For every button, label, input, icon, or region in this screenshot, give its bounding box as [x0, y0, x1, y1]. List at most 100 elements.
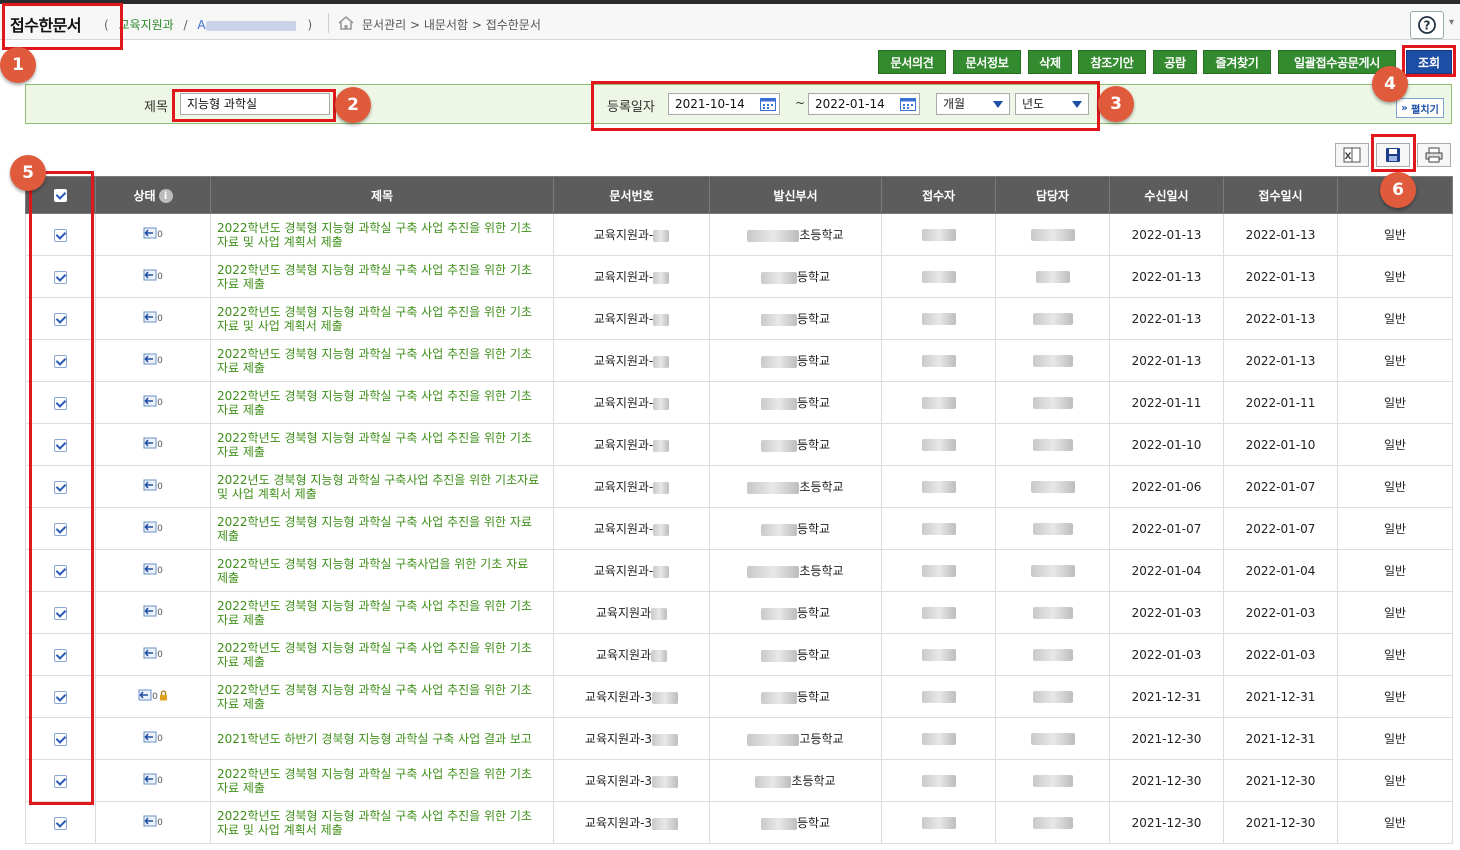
collapse-icon[interactable]: ▾ — [1449, 17, 1454, 28]
manager-cell — [995, 633, 1110, 676]
column-header-accepted[interactable]: 접수일시 — [1223, 176, 1338, 214]
doc-title-link[interactable]: 2022학년도 경북형 지능형 과학실 구축 사업 추진을 위한 기초자료 제출 — [210, 675, 554, 718]
column-header-manager[interactable]: 담당자 — [995, 176, 1110, 214]
doc-title-link[interactable]: 2022학년도 경북형 지능형 과학실 구축사업을 위한 기초 자료 제출 — [210, 549, 554, 592]
redacted-number — [653, 481, 670, 494]
favorites-button[interactable]: 즐겨찾기 — [1203, 50, 1271, 74]
info-icon[interactable]: i — [158, 189, 173, 203]
column-header-status: 상태 i — [95, 176, 211, 214]
receiver-cell — [881, 591, 996, 634]
redacted-school — [755, 775, 792, 788]
table-row[interactable]: 0 2022학년도 경북형 지능형 과학실 구축사업을 위한 기초 자료 제출 교육… — [25, 549, 1453, 592]
column-header-received[interactable]: 수신일시 — [1109, 176, 1224, 214]
doc-title-link[interactable]: 2022학년도 경북형 지능형 과학실 구축 사업 추진을 위한 기초자료 제출 — [210, 633, 554, 676]
doc-title-link[interactable]: 2022학년도 경북형 지능형 과학실 구축 사업 추진을 위한 기초자료 제출 — [210, 591, 554, 634]
received-date: 2022-01-04 — [1109, 549, 1224, 592]
redacted-school — [760, 355, 797, 368]
doc-title-link[interactable]: 2022학년도 경북형 지능형 과학실 구축 사업 추진을 위한 기초 자료 및… — [210, 213, 554, 256]
delete-button[interactable]: 삭제 — [1028, 50, 1072, 74]
received-doc-icon: 0 — [143, 353, 163, 365]
manager-cell — [995, 255, 1110, 298]
table-row[interactable]: 0 2022학년도 경북형 지능형 과학실 구축 사업 추진을 위한 기초자료 제… — [25, 675, 1453, 718]
received-date: 2022-01-10 — [1109, 423, 1224, 466]
doc-title-link[interactable]: 2022학년도 경북형 지능형 과학실 구축 사업 추진을 위한 기초 자료 및… — [210, 801, 554, 844]
table-row[interactable]: 0 2022학년도 경북형 지능형 과학실 구축 사업 추진을 위한 기초 자료 … — [25, 801, 1453, 844]
receiver-cell — [881, 465, 996, 508]
doc-title-link[interactable]: 2021학년도 하반기 경북형 지능형 과학실 구축 사업 결과 보고 — [210, 717, 554, 760]
doc-info-button[interactable]: 문서정보 — [953, 50, 1021, 74]
doc-title-link[interactable]: 2022학년도 경북형 지능형 과학실 구축 사업 추진을 위한 기초 자료 제… — [210, 381, 554, 424]
doc-number-cell: 교육지원과 — [553, 633, 710, 676]
column-header-receiver[interactable]: 접수자 — [881, 176, 996, 214]
table-row[interactable]: 0 2022학년도 경북형 지능형 과학실 구축 사업 추진을 위한 기초 자료 … — [25, 381, 1453, 424]
table-row[interactable]: 0 2022학년도 경북형 지능형 과학실 구축 사업 추진을 위한 기초 자료 … — [25, 339, 1453, 382]
table-row[interactable]: 0 2022학년도 경북형 지능형 과학실 구축 사업 추진을 위한 기초 자료 … — [25, 297, 1453, 340]
doc-title-link[interactable]: 2022학년도 경북형 지능형 과학실 구축 사업 추진을 위한 기초 자료 제… — [210, 759, 554, 802]
manager-cell — [995, 423, 1110, 466]
svg-text:0: 0 — [157, 272, 163, 281]
column-header-doc-no[interactable]: 문서번호 — [553, 176, 710, 214]
accepted-date: 2022-01-03 — [1223, 591, 1338, 634]
sender-cell: 초등학교 — [709, 549, 882, 592]
received-doc-icon: 0 — [143, 227, 163, 239]
doc-number-cell: 교육지원과- — [553, 255, 710, 298]
table-row[interactable]: 0 2022학년도 경북형 지능형 과학실 구축 사업 추진을 위한 기초 자료 … — [25, 759, 1453, 802]
sender-cell: 등학교 — [709, 801, 882, 844]
redacted-manager — [1032, 523, 1073, 535]
redacted-number — [653, 565, 670, 578]
redacted-receiver — [921, 649, 956, 661]
doc-type: 일반 — [1337, 297, 1453, 340]
doc-title-link[interactable]: 2022학년도 경북형 지능형 과학실 구축 사업 추진을 위한 기초 자료 제… — [210, 255, 554, 298]
column-header-title[interactable]: 제목 — [210, 176, 554, 214]
table-row[interactable]: 0 2022학년도 경북형 지능형 과학실 구축 사업 추진을 위한 자료 제출 교… — [25, 507, 1453, 550]
doc-title-link[interactable]: 2022학년도 경북형 지능형 과학실 구축 사업 추진을 위한 기초 자료 제… — [210, 423, 554, 466]
table-row[interactable]: 0 2022학년도 경북형 지능형 과학실 구축 사업 추진을 위한 기초 자료 … — [25, 423, 1453, 466]
circulate-button[interactable]: 공람 — [1153, 50, 1197, 74]
table-row[interactable]: 0 2022학년도 경북형 지능형 과학실 구축 사업 추진을 위한 기초자료 제… — [25, 591, 1453, 634]
receiver-cell — [881, 213, 996, 256]
org-info: ( 교육지원과 / A ) — [104, 16, 312, 33]
home-icon[interactable] — [337, 15, 355, 31]
title-label: 제목 — [144, 100, 168, 115]
sender-cell: 초등학교 — [709, 759, 882, 802]
redacted-user-name — [205, 20, 296, 31]
annotation-marker-6: 6 — [1380, 172, 1416, 208]
doc-title-link[interactable]: 2022학년도 경북형 지능형 과학실 구축 사업 추진을 위한 자료 제출 — [210, 507, 554, 550]
doc-title-link[interactable]: 2022년도 경북형 지능형 과학실 구축사업 추진을 위한 기초자료 및 사업… — [210, 465, 554, 508]
redacted-receiver — [921, 313, 956, 325]
table-row[interactable]: 0 2022학년도 경북형 지능형 과학실 구축 사업 추진을 위한 기초자료 제… — [25, 633, 1453, 676]
status-cell: 0 — [95, 255, 211, 298]
doc-number: 교육지원과-3 — [584, 774, 653, 788]
column-header-sender[interactable]: 발신부서 — [709, 176, 882, 214]
doc-number: 교육지원과-3 — [584, 816, 653, 830]
status-cell: 0 — [95, 507, 211, 550]
sender-cell: 초등학교 — [709, 213, 882, 256]
table-body: 0 2022학년도 경북형 지능형 과학실 구축 사업 추진을 위한 기초 자료 … — [25, 213, 1453, 844]
excel-export-button[interactable]: X — [1335, 143, 1369, 167]
received-doc-icon: 0 — [138, 689, 158, 701]
expand-button[interactable]: » 펼치기 — [1396, 98, 1444, 118]
print-button[interactable] — [1417, 143, 1451, 167]
doc-title-link[interactable]: 2022학년도 경북형 지능형 과학실 구축 사업 추진을 위한 기초 자료 제… — [210, 339, 554, 382]
help-button[interactable]: ? — [1410, 11, 1444, 39]
status-cell: 0 — [95, 549, 211, 592]
doc-type: 일반 — [1337, 549, 1453, 592]
redacted-receiver — [921, 271, 956, 283]
status-header-label: 상태 — [133, 188, 156, 203]
table-row[interactable]: 0 2022학년도 경북형 지능형 과학실 구축 사업 추진을 위한 기초 자료 … — [25, 213, 1453, 256]
reference-draft-button[interactable]: 참조기안 — [1078, 50, 1146, 74]
manager-cell — [995, 549, 1110, 592]
table-row[interactable]: 0 2022년도 경북형 지능형 과학실 구축사업 추진을 위한 기초자료 및 사… — [25, 465, 1453, 508]
redacted-manager — [1032, 817, 1073, 829]
table-row[interactable]: 0 2021학년도 하반기 경북형 지능형 과학실 구축 사업 결과 보고 교육지원… — [25, 717, 1453, 760]
row-checkbox[interactable] — [54, 816, 67, 830]
manager-cell — [995, 465, 1110, 508]
org-dept-link[interactable]: 교육지원과 — [119, 18, 174, 32]
sender-dept: 초등학교 — [791, 774, 836, 788]
redacted-school — [760, 607, 797, 620]
doc-title-link[interactable]: 2022학년도 경북형 지능형 과학실 구축 사업 추진을 위한 기초 자료 및… — [210, 297, 554, 340]
redacted-manager — [1032, 649, 1073, 661]
doc-opinion-button[interactable]: 문서의견 — [878, 50, 946, 74]
table-row[interactable]: 0 2022학년도 경북형 지능형 과학실 구축 사업 추진을 위한 기초 자료 … — [25, 255, 1453, 298]
sender-dept: 등학교 — [796, 648, 831, 662]
